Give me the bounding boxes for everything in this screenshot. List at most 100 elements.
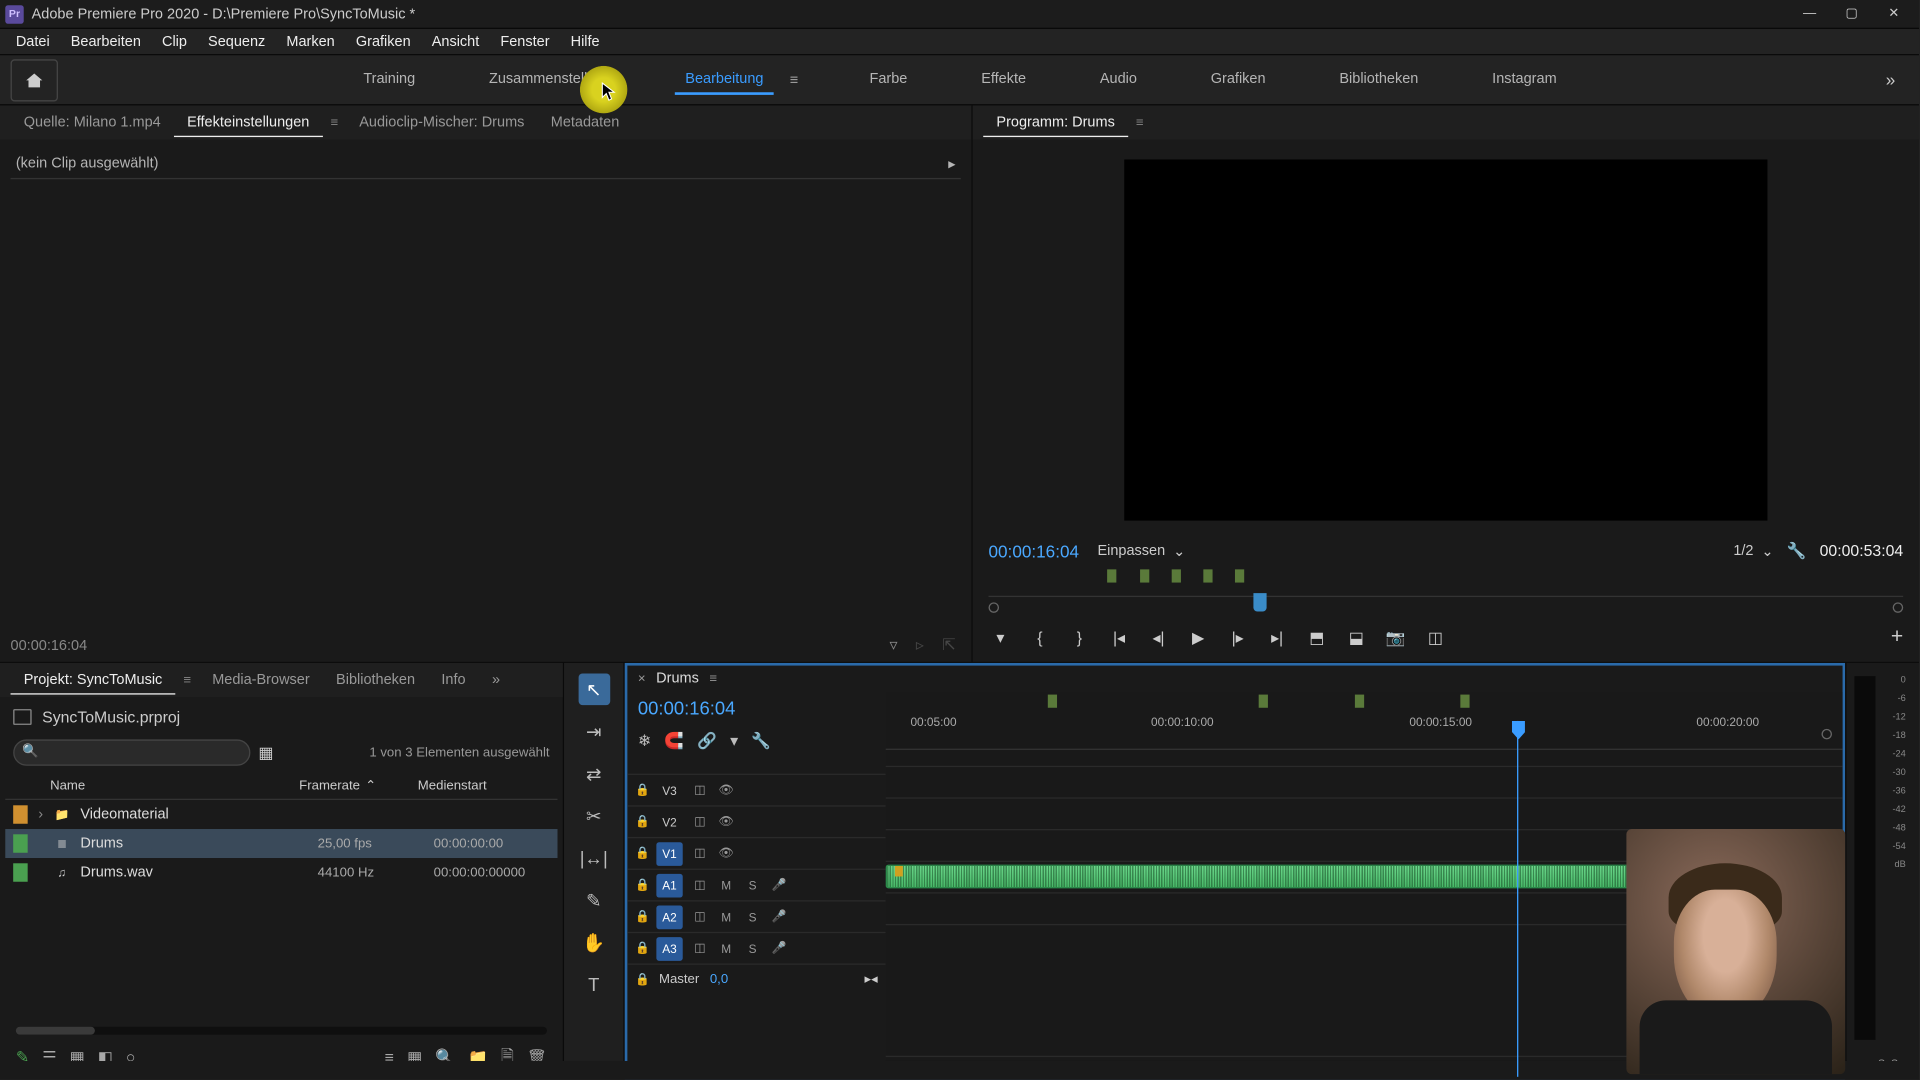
workspace-menu-icon[interactable]: ≡ (782, 72, 806, 88)
track-header-a3[interactable]: 🔒A3◫MS🎤 (627, 932, 885, 964)
marker-icon[interactable] (1107, 569, 1116, 582)
sync-lock-icon[interactable]: ◫ (691, 941, 709, 955)
track-label[interactable]: A3 (656, 936, 682, 960)
program-tab[interactable]: Programm: Drums (983, 109, 1128, 137)
menu-grafiken[interactable]: Grafiken (345, 31, 421, 52)
voice-over-icon[interactable]: 🎤 (770, 909, 788, 923)
source-tab-effekteinstellungen[interactable]: Effekteinstellungen (174, 109, 323, 137)
add-controls-button[interactable]: + (1891, 626, 1903, 650)
project-row-drums-seq[interactable]: ≣ Drums 25,00 fps 00:00:00:00 (5, 829, 557, 858)
menu-marken[interactable]: Marken (276, 31, 345, 52)
selection-tool[interactable]: ↖ (578, 673, 610, 705)
linked-selection-icon[interactable]: 🔗 (697, 731, 717, 749)
track-label[interactable]: A2 (656, 905, 682, 929)
lock-icon[interactable]: 🔒 (635, 909, 648, 923)
audio-meters[interactable]: 0-6-12-18-24-30-36-42-48-54dB S S (1845, 663, 1919, 1079)
home-button[interactable] (11, 59, 58, 101)
project-tab-bibliotheken[interactable]: Bibliotheken (323, 667, 428, 693)
source-tab-metadaten[interactable]: Metadaten (538, 109, 633, 135)
project-row-drums-wav[interactable]: ♫ Drums.wav 44100 Hz 00:00:00:00000 (5, 858, 557, 887)
project-hscroll[interactable] (16, 1027, 547, 1035)
workspace-overflow[interactable]: » (1862, 70, 1919, 90)
source-tab-audioclip-mischer[interactable]: Audioclip-Mischer: Drums (346, 109, 538, 135)
source-tab-menu-icon[interactable]: ≡ (323, 115, 347, 129)
toggle-output-icon[interactable]: 👁 (717, 783, 735, 797)
menu-ansicht[interactable]: Ansicht (421, 31, 490, 52)
export-icon[interactable]: ⇱ (942, 635, 955, 653)
menu-datei[interactable]: Datei (5, 31, 60, 52)
marker-icon[interactable] (1235, 569, 1244, 582)
menu-hilfe[interactable]: Hilfe (560, 31, 610, 52)
step-back-button[interactable]: ◂| (1147, 626, 1171, 650)
timeline-menu-icon[interactable]: ≡ (709, 672, 717, 686)
program-viewer[interactable] (988, 145, 1903, 535)
master-value[interactable]: 0,0 (710, 973, 728, 987)
col-name[interactable]: Name (13, 779, 299, 793)
settings-icon[interactable]: 🔧 (751, 731, 771, 749)
sequence-name[interactable]: Drums (656, 671, 699, 687)
marker-icon[interactable] (1259, 695, 1268, 708)
compare-button[interactable]: ◫ (1423, 626, 1447, 650)
workspace-training[interactable]: Training (353, 65, 426, 94)
master-track-header[interactable]: 🔒Master0,0▸◂ (627, 963, 885, 995)
collapse-icon[interactable]: ▸◂ (865, 973, 878, 987)
menu-sequenz[interactable]: Sequenz (198, 31, 276, 52)
snapshot-button[interactable]: 📷 (1384, 626, 1408, 650)
clip-marker-icon[interactable] (895, 866, 903, 877)
close-sequence-icon[interactable]: × (638, 672, 646, 686)
slip-tool[interactable]: |↔| (578, 842, 610, 874)
program-resolution-select[interactable]: 1/2⌄ (1733, 542, 1773, 559)
extract-button[interactable]: ⬓ (1344, 626, 1368, 650)
project-tab-media-browser[interactable]: Media-Browser (199, 667, 323, 693)
lock-icon[interactable]: 🔒 (635, 846, 648, 860)
solo-button[interactable]: S (743, 878, 761, 891)
project-row-videomaterial[interactable]: › 📁 Videomaterial (5, 800, 557, 829)
mute-button[interactable]: M (717, 910, 735, 923)
zoom-out-handle[interactable] (988, 602, 999, 613)
snap-icon[interactable]: 🧲 (664, 731, 684, 749)
scroll-thumb[interactable] (16, 1027, 95, 1035)
program-scrubber[interactable] (988, 596, 1903, 620)
solo-button[interactable]: S (743, 942, 761, 955)
solo-button[interactable]: S (743, 910, 761, 923)
track-header-v3[interactable]: 🔒V3◫👁 (627, 774, 885, 806)
expand-icon[interactable]: › (38, 807, 51, 823)
voice-over-icon[interactable]: 🎤 (770, 878, 788, 892)
playhead-handle[interactable] (1254, 593, 1267, 611)
menu-clip[interactable]: Clip (151, 31, 197, 52)
mute-button[interactable]: M (717, 942, 735, 955)
project-search-input[interactable]: 🔍 (13, 739, 250, 765)
project-tab-projekt[interactable]: Projekt: SyncToMusic (11, 666, 176, 694)
project-tab-overflow[interactable]: » (479, 667, 513, 693)
track-label[interactable]: V1 (656, 842, 682, 866)
lock-icon[interactable]: 🔒 (635, 815, 648, 829)
timeline-ruler[interactable]: 00:05:00 00:00:10:00 00:00:15:00 00:00:2… (886, 692, 1843, 750)
zoom-in-handle[interactable] (1893, 602, 1904, 613)
sync-lock-icon[interactable]: ◫ (691, 878, 709, 892)
lock-icon[interactable]: 🔒 (635, 941, 648, 955)
track-label[interactable]: V2 (656, 810, 682, 834)
sync-lock-icon[interactable]: ◫ (691, 909, 709, 923)
timeline-timecode[interactable]: 00:00:16:04 (627, 692, 885, 724)
timeline-zoom-handle[interactable] (1821, 729, 1832, 740)
minimize-button[interactable]: — (1800, 5, 1818, 23)
marker-icon[interactable] (1171, 569, 1180, 582)
menu-bearbeiten[interactable]: Bearbeiten (60, 31, 151, 52)
marker-icon[interactable] (1355, 695, 1364, 708)
goto-in-button[interactable]: |◂ (1107, 626, 1131, 650)
program-tab-menu-icon[interactable]: ≡ (1128, 115, 1152, 129)
track-label[interactable]: V3 (656, 778, 682, 802)
type-tool[interactable]: T (578, 969, 610, 1001)
close-button[interactable]: ✕ (1885, 5, 1903, 23)
workspace-instagram[interactable]: Instagram (1482, 65, 1568, 94)
sync-lock-icon[interactable]: ◫ (691, 815, 709, 829)
track-select-tool[interactable]: ⇥ (578, 716, 610, 748)
source-tab-quelle[interactable]: Quelle: Milano 1.mp4 (11, 109, 174, 135)
mark-in-button[interactable]: { (1028, 626, 1052, 650)
marker-icon[interactable] (1203, 569, 1212, 582)
track-header-a2[interactable]: 🔒 A2 ◫ MS 🎤 (627, 900, 885, 932)
maximize-button[interactable]: ▢ (1843, 5, 1861, 23)
program-fit-select[interactable]: Einpassen⌄ (1097, 542, 1185, 559)
lock-icon[interactable]: 🔒 (635, 973, 648, 987)
wrench-icon[interactable]: 🔧 (1787, 542, 1807, 560)
